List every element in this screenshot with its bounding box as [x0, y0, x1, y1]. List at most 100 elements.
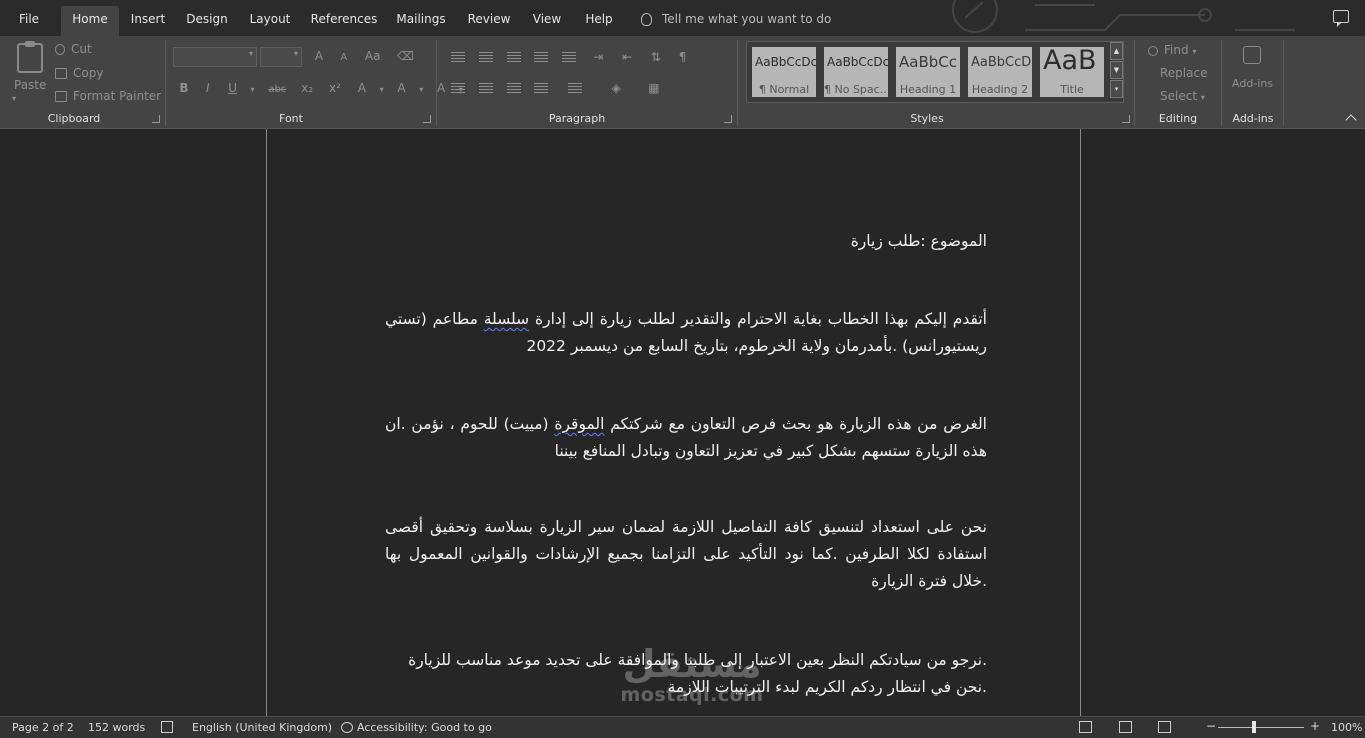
sort-icon[interactable]: ⇅	[643, 50, 669, 64]
justify-icon[interactable]	[529, 81, 553, 95]
align-right-icon[interactable]	[502, 81, 526, 95]
addins-group-label: Add-ins	[1232, 112, 1274, 125]
tab-mailings[interactable]: Mailings	[390, 6, 452, 36]
shading-icon[interactable]: ◈	[597, 81, 635, 95]
underline-button[interactable]: U	[223, 81, 243, 95]
style-no-spacing[interactable]: AaBbCcDc ¶ No Spac...	[824, 47, 888, 97]
subscript-button[interactable]: x₂	[296, 81, 318, 95]
format-painter-button[interactable]: Format Painter	[55, 88, 161, 104]
copy-button[interactable]: Copy	[55, 65, 103, 81]
shrink-font-button[interactable]: A	[333, 52, 355, 63]
zoom-in-icon[interactable]: +	[1310, 718, 1320, 734]
read-mode-icon[interactable]	[1079, 721, 1092, 733]
decrease-indent-icon[interactable]	[529, 50, 553, 64]
style-sample: AaBbCc	[899, 53, 957, 71]
paste-dropdown-icon[interactable]: ▾	[12, 91, 16, 107]
clipboard-group-label: Clipboard	[47, 112, 101, 125]
cut-label: Cut	[71, 42, 92, 56]
font-launcher-icon[interactable]	[423, 115, 431, 123]
tab-home[interactable]: Home	[61, 6, 119, 36]
underline-dropdown-icon[interactable]: ▾	[246, 85, 258, 94]
align-center-icon[interactable]	[474, 81, 498, 95]
subject-line[interactable]: الموضوع :طلب زيارة	[385, 228, 987, 255]
multilevel-list-icon[interactable]	[502, 50, 526, 64]
clipboard-launcher-icon[interactable]	[152, 115, 160, 123]
select-button[interactable]: Select ▾	[1148, 88, 1205, 106]
italic-button[interactable]: I	[197, 81, 219, 95]
paragraph-2[interactable]: الغرض من هذه الزيارة هو بحث فرص التعاون …	[385, 411, 987, 465]
style-heading-1[interactable]: AaBbCc Heading 1	[896, 47, 960, 97]
show-formatting-button[interactable]: ¶	[673, 50, 693, 64]
tab-design[interactable]: Design	[180, 6, 234, 36]
style-name: ¶ No Spac...	[824, 83, 888, 96]
styles-scroll-down-icon[interactable]: ▼	[1110, 61, 1123, 79]
style-heading-2[interactable]: AaBbCcD Heading 2	[968, 47, 1032, 97]
highlight-dropdown-icon[interactable]: ▾	[415, 85, 427, 94]
text-effects-button[interactable]: A	[352, 81, 372, 95]
ribbon-divider	[436, 40, 437, 126]
collapse-ribbon-icon[interactable]	[1345, 114, 1357, 126]
style-title[interactable]: AaB Title	[1040, 47, 1104, 97]
numbering-icon[interactable]	[474, 50, 498, 64]
find-button[interactable]: Find ▾	[1148, 42, 1196, 60]
font-size-combo[interactable]: ▾	[260, 47, 302, 67]
word-count[interactable]: 152 words	[88, 720, 145, 736]
tell-me-search[interactable]: Tell me what you want to do	[638, 6, 831, 34]
line-spacing-icon[interactable]	[557, 81, 593, 95]
tab-file[interactable]: File	[8, 6, 50, 36]
paragraph-3[interactable]: نحن على استعداد لتنسيق كافة التفاصيل الل…	[385, 514, 987, 595]
clear-formatting-icon[interactable]: ⌫	[390, 49, 420, 63]
paragraph-launcher-icon[interactable]	[724, 115, 732, 123]
tab-layout[interactable]: Layout	[243, 6, 297, 36]
proofing-icon[interactable]	[161, 721, 173, 733]
tab-review[interactable]: Review	[461, 6, 517, 36]
cursor-arrow-icon	[1148, 91, 1154, 102]
styles-more-icon[interactable]: ▾	[1110, 80, 1123, 98]
spelling-error[interactable]: الموقرة	[554, 415, 604, 433]
style-name: Heading 1	[899, 83, 957, 96]
ltr-direction-icon[interactable]: ⇥	[585, 50, 611, 64]
paste-button[interactable]: Paste	[14, 77, 46, 93]
tab-help[interactable]: Help	[578, 6, 620, 36]
paragraph-1[interactable]: أتقدم إليكم بهذا الخطاب بغاية الاحترام و…	[385, 306, 987, 360]
document-canvas[interactable]: الموضوع :طلب زيارة أتقدم إليكم بهذا الخط…	[0, 129, 1365, 716]
increase-indent-icon[interactable]	[557, 50, 581, 64]
superscript-button[interactable]: x²	[322, 81, 348, 95]
borders-icon[interactable]: ▦	[639, 81, 669, 95]
addins-icon[interactable]	[1243, 46, 1261, 64]
styles-launcher-icon[interactable]	[1122, 115, 1130, 123]
language-indicator[interactable]: English (United Kingdom)	[192, 720, 332, 736]
zoom-out-icon[interactable]: −	[1206, 718, 1216, 734]
replace-button[interactable]: Replace	[1148, 65, 1207, 81]
tab-view[interactable]: View	[526, 6, 568, 36]
tab-references[interactable]: References	[307, 6, 381, 36]
rtl-direction-icon[interactable]: ⇤	[615, 50, 639, 64]
ribbon-divider	[737, 40, 738, 126]
font-name-combo[interactable]: ▾	[173, 47, 257, 67]
cut-button[interactable]: Cut	[55, 41, 92, 57]
print-layout-icon[interactable]	[1119, 721, 1132, 733]
styles-scroll-up-icon[interactable]: ▲	[1110, 42, 1123, 60]
highlight-button[interactable]: A	[391, 81, 411, 95]
zoom-level[interactable]: 100%	[1331, 720, 1362, 736]
strikethrough-button[interactable]: abc	[262, 84, 292, 95]
page-count[interactable]: Page 2 of 2	[12, 720, 74, 736]
comments-icon[interactable]	[1333, 10, 1349, 27]
grow-font-button[interactable]: A	[309, 49, 329, 63]
align-left-icon[interactable]	[446, 81, 470, 95]
change-case-button[interactable]: Aa	[359, 49, 387, 63]
style-normal[interactable]: AaBbCcDc ¶ Normal	[752, 47, 816, 97]
bullets-icon[interactable]	[446, 50, 470, 64]
web-layout-icon[interactable]	[1158, 721, 1171, 733]
addins-button[interactable]: Add-ins	[1232, 76, 1273, 92]
document-page[interactable]: الموضوع :طلب زيارة أتقدم إليكم بهذا الخط…	[266, 129, 1081, 716]
bold-button[interactable]: B	[175, 81, 193, 95]
zoom-slider[interactable]	[1218, 727, 1304, 728]
accessibility-status[interactable]: Accessibility: Good to go	[341, 720, 492, 736]
spelling-error[interactable]: سلسلة	[484, 310, 529, 328]
text-effects-dropdown-icon[interactable]: ▾	[376, 85, 388, 94]
zoom-slider-handle[interactable]	[1252, 721, 1256, 733]
format-painter-label: Format Painter	[73, 89, 162, 103]
paste-icon[interactable]	[17, 41, 43, 73]
tab-insert[interactable]: Insert	[125, 6, 171, 36]
